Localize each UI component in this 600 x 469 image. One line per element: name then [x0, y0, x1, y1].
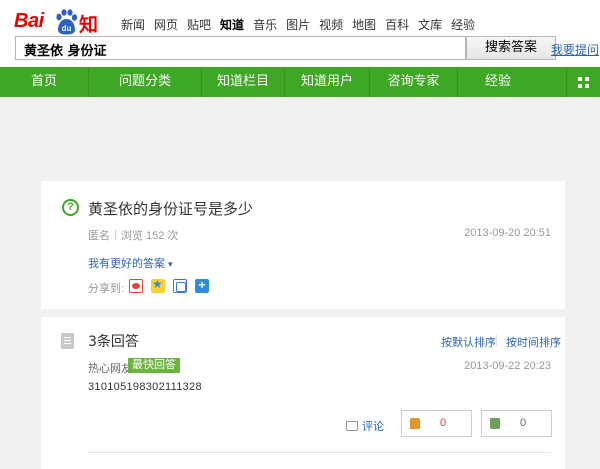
meta-divider — [115, 230, 116, 240]
better-answer-label: 我有更好的答案 — [88, 258, 165, 270]
share-icons: + — [129, 277, 217, 293]
downvote-button[interactable]: 0 — [481, 410, 552, 437]
logo-text-du: du — [62, 24, 72, 33]
answers-card: 3条回答 按默认排序 按时间排序 热心网友 最快回答 2013-09-22 20… — [41, 317, 565, 469]
answer-time: 2013-09-22 20:23 — [464, 360, 551, 372]
grid-icon[interactable] — [578, 77, 590, 89]
weibo-icon[interactable] — [129, 279, 143, 293]
logo-text-bai: Bai — [14, 10, 44, 32]
better-answer-link[interactable]: 我有更好的答案 ▾ — [88, 255, 173, 271]
main-nav-bar: 首页 问题分类 知道栏目 知道用户 咨询专家 经验 — [0, 67, 600, 97]
baidu-paw-icon: du — [56, 9, 78, 35]
sort-default-link[interactable]: 按默认排序 — [441, 334, 496, 350]
question-card: ? 黄圣依的身份证号是多少 匿名 浏览 152 次 2013-09-20 20:5… — [41, 181, 565, 309]
tieba-icon[interactable] — [173, 279, 187, 293]
question-asker: 匿名 — [88, 230, 110, 242]
top-header: Bai du 知道 新闻 网页 贴吧 知道 音乐 图片 视频 地图 百科 文库 … — [0, 0, 600, 67]
answer-content: 310105198302111328 — [88, 381, 202, 393]
ask-question-link[interactable]: 我要提问 — [551, 41, 599, 58]
chevron-down-icon: ▾ — [168, 259, 173, 269]
sort-time-link[interactable]: 按时间排序 — [506, 334, 561, 350]
question-title: 黄圣依的身份证号是多少 — [88, 200, 254, 218]
question-meta: 匿名 浏览 152 次 — [88, 227, 178, 243]
nav-link-music[interactable]: 音乐 — [253, 16, 277, 33]
nav-link-zhidao[interactable]: 知道 — [220, 16, 244, 33]
product-nav: 新闻 网页 贴吧 知道 音乐 图片 视频 地图 百科 文库 经验 — [121, 16, 484, 33]
nav-link-video[interactable]: 视频 — [319, 16, 343, 33]
tab-home[interactable]: 首页 — [0, 67, 88, 97]
nav-link-wenku[interactable]: 文库 — [418, 16, 442, 33]
nav-link-baike[interactable]: 百科 — [385, 16, 409, 33]
comment-label: 评论 — [362, 421, 384, 433]
search-input[interactable]: 黄圣依 身份证 — [15, 36, 466, 60]
downvote-count: 0 — [520, 417, 527, 429]
thumbs-up-icon — [410, 418, 420, 429]
answerer-name: 热心网友 — [88, 363, 132, 375]
baidu-zhidao-logo[interactable]: Bai du 知道 — [14, 9, 112, 63]
answer-list-icon — [61, 333, 74, 349]
nav-link-news[interactable]: 新闻 — [121, 16, 145, 33]
tab-users[interactable]: 知道用户 — [285, 67, 369, 97]
nav-link-tieba[interactable]: 贴吧 — [187, 16, 211, 33]
nav-link-jingyan[interactable]: 经验 — [451, 16, 475, 33]
upvote-count: 0 — [440, 417, 447, 429]
nav-divider — [566, 67, 567, 97]
upvote-button[interactable]: 0 — [401, 410, 472, 437]
nav-link-images[interactable]: 图片 — [286, 16, 310, 33]
share-label: 分享到: — [88, 283, 125, 295]
fastest-answer-badge: 最快回答 — [128, 358, 180, 373]
tab-jingyan[interactable]: 经验 — [458, 67, 538, 97]
nav-link-map[interactable]: 地图 — [352, 16, 376, 33]
comment-icon — [346, 421, 358, 431]
search-answers-button[interactable]: 搜索答案 — [466, 36, 556, 60]
tab-experts[interactable]: 咨询专家 — [370, 67, 457, 97]
sort-divider — [496, 335, 497, 346]
qzone-icon[interactable] — [151, 277, 165, 293]
tab-columns[interactable]: 知道栏目 — [202, 67, 284, 97]
nav-link-web[interactable]: 网页 — [154, 16, 178, 33]
answer-divider — [88, 452, 551, 453]
comment-button[interactable]: 评论 — [346, 418, 384, 434]
more-share-icon[interactable]: + — [195, 279, 209, 293]
question-time: 2013-09-20 20:51 — [464, 227, 551, 239]
question-mark-icon: ? — [62, 199, 79, 216]
question-views: 浏览 152 次 — [121, 230, 179, 242]
thumbs-down-icon — [490, 418, 500, 429]
answer-count: 3条回答 — [88, 334, 139, 350]
tab-categories[interactable]: 问题分类 — [89, 67, 201, 97]
